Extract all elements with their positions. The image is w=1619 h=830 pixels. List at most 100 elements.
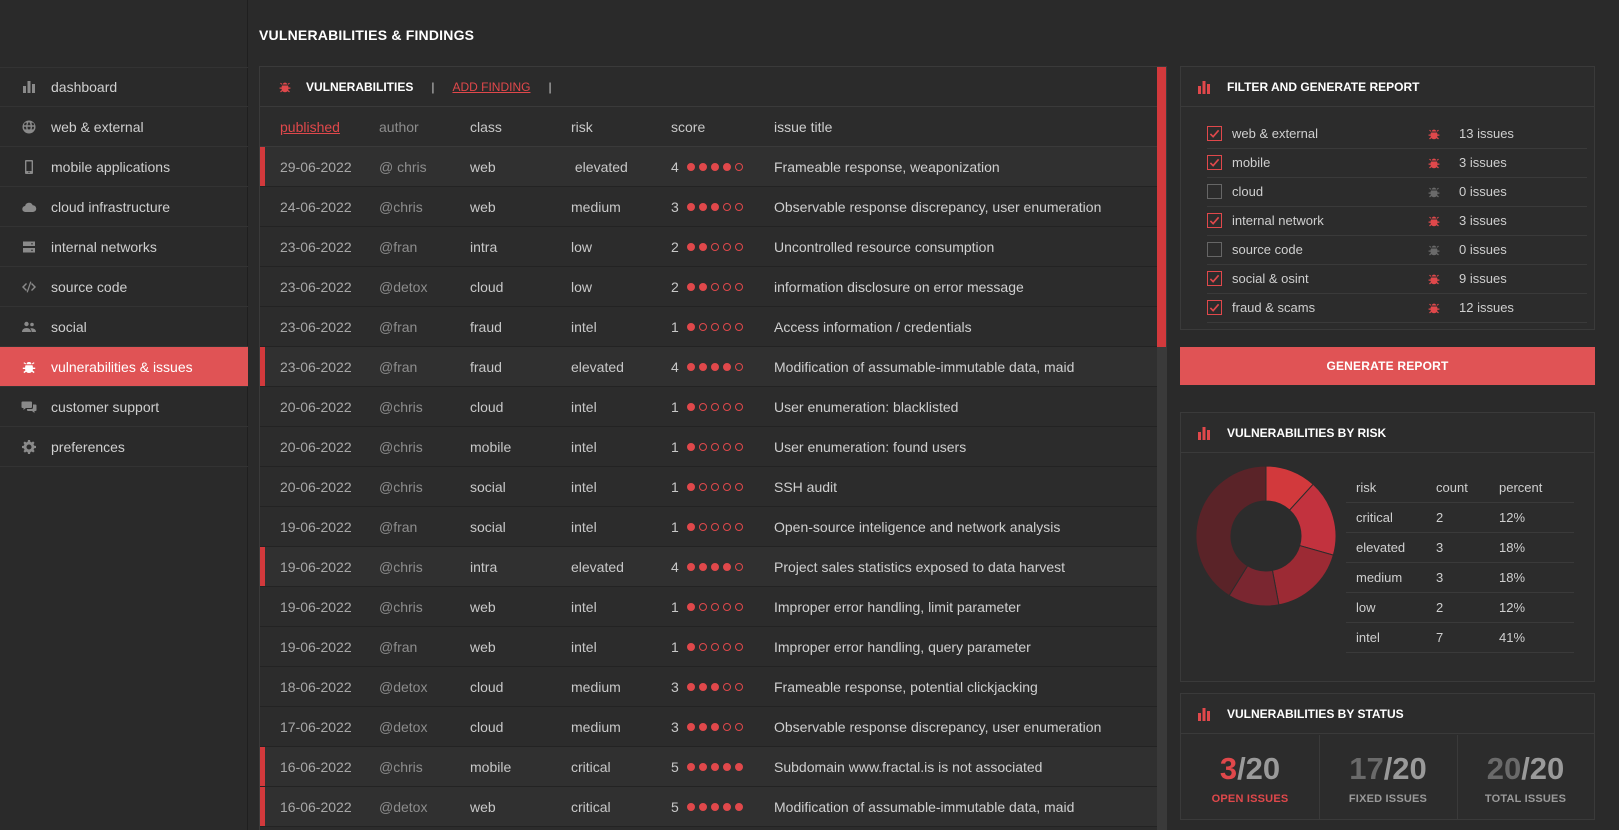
filter-label: mobile xyxy=(1232,155,1271,170)
score-dot xyxy=(699,162,707,171)
cell-author: @detox xyxy=(379,678,428,695)
score-dot xyxy=(687,442,695,451)
status-count: 17 xyxy=(1349,750,1384,786)
filter-checkbox[interactable] xyxy=(1207,213,1222,228)
column-class[interactable]: class xyxy=(470,119,571,135)
table-row[interactable]: 16-06-2022 @chris mobile critical 5 Subdomain… xyxy=(260,747,1166,787)
cell-score: 4 xyxy=(671,159,774,175)
table-row[interactable]: 23-06-2022 @fran fraud intel 1 Access informa… xyxy=(260,307,1166,347)
risk-table-body: critical 2 12% elevated 3 18% medium 3 18% low 2 12… xyxy=(1346,503,1574,653)
table-row[interactable]: 17-06-2022 @detox cloud medium 3 Observable r… xyxy=(260,707,1166,747)
scrollbar-thumb[interactable] xyxy=(1157,67,1166,347)
score-dot xyxy=(723,522,731,531)
cell-class: cloud xyxy=(470,278,504,295)
score-dot xyxy=(699,682,707,691)
cell-issue-title: Improper error handling, limit parameter xyxy=(774,598,1021,615)
sidebar-item-preferences[interactable]: preferences xyxy=(0,427,248,467)
cell-score: 1 xyxy=(671,639,774,655)
table-row[interactable]: 29-06-2022 @ chris web elevated 4 Frameable … xyxy=(260,147,1166,187)
cell-published: 18-06-2022 xyxy=(280,678,352,695)
column-risk[interactable]: risk xyxy=(571,119,671,135)
bar-chart-icon xyxy=(1198,426,1210,440)
score-dot xyxy=(687,682,695,691)
sidebar-item-label: vulnerabilities & issues xyxy=(51,358,193,375)
generate-report-button[interactable]: GENERATE REPORT xyxy=(1180,347,1595,385)
status-stat: 3/20 OPEN ISSUES xyxy=(1181,735,1319,820)
sidebar-item-cloud-infrastructure[interactable]: cloud infrastructure xyxy=(0,187,248,227)
table-row[interactable]: 20-06-2022 @chris cloud intel 1 User enumerat… xyxy=(260,387,1166,427)
sidebar-item-vulnerabilities-issues[interactable]: vulnerabilities & issues xyxy=(0,347,248,387)
column-author[interactable]: author xyxy=(379,119,470,135)
filter-checkbox[interactable] xyxy=(1207,126,1222,141)
sidebar-item-source-code[interactable]: source code xyxy=(0,267,248,307)
score-dot xyxy=(687,522,695,531)
score-dot xyxy=(711,562,719,571)
sidebar-item-customer-support[interactable]: customer support xyxy=(0,387,248,427)
cell-published: 23-06-2022 xyxy=(280,278,352,295)
cell-risk: medium xyxy=(571,198,621,215)
sidebar-item-social[interactable]: social xyxy=(0,307,248,347)
add-finding-link[interactable]: ADD FINDING xyxy=(452,80,530,94)
table-row[interactable]: 19-06-2022 @fran web intel 1 Improper error h… xyxy=(260,627,1166,667)
sidebar-item-web-external[interactable]: web & external xyxy=(0,107,248,147)
scrollbar-track[interactable] xyxy=(1157,67,1166,830)
score-value: 1 xyxy=(671,438,679,455)
filter-label: internal network xyxy=(1232,213,1324,228)
gear-icon xyxy=(20,439,38,455)
table-row[interactable]: 23-06-2022 @fran fraud elevated 4 Modificatio… xyxy=(260,347,1166,387)
cell-risk: elevated xyxy=(571,358,624,375)
sidebar-item-dashboard[interactable]: dashboard xyxy=(0,67,248,107)
table-row[interactable]: 19-06-2022 @fran social intel 1 Open-source i… xyxy=(260,507,1166,547)
checkmark-icon xyxy=(1209,303,1220,312)
table-row[interactable]: 23-06-2022 @fran intra low 2 Uncontrolled res… xyxy=(260,227,1166,267)
filter-item: web & external 13 issues xyxy=(1207,119,1587,149)
bar-chart-icon xyxy=(20,79,38,95)
cell-risk: low xyxy=(571,238,593,255)
cell-published: 17-06-2022 xyxy=(280,718,352,735)
cell-issue-title: User enumeration: found users xyxy=(774,438,967,455)
filter-checkbox[interactable] xyxy=(1207,184,1222,199)
table-row[interactable]: 19-06-2022 @chris intra elevated 4 Project sa… xyxy=(260,547,1166,587)
score-dot xyxy=(735,362,743,371)
vulnerabilities-header: VULNERABILITIES | ADD FINDING | xyxy=(260,67,1166,107)
table-row[interactable]: 18-06-2022 @detox cloud medium 3 Frameable re… xyxy=(260,667,1166,707)
cell-risk: intel xyxy=(571,438,597,455)
checkmark-icon xyxy=(1209,216,1220,225)
sidebar-item-mobile-applications[interactable]: mobile applications xyxy=(0,147,248,187)
score-value: 1 xyxy=(671,638,679,655)
risk-percent: 12% xyxy=(1499,600,1526,615)
sidebar-item-internal-networks[interactable]: internal networks xyxy=(0,227,248,267)
cell-issue-title: Observable response discrepancy, user en… xyxy=(774,198,1102,215)
column-score[interactable]: score xyxy=(671,119,774,135)
table-row[interactable]: 24-06-2022 @chris web medium 3 Observable res… xyxy=(260,187,1166,227)
table-row[interactable]: 19-06-2022 @chris web intel 1 Improper error … xyxy=(260,587,1166,627)
users-icon xyxy=(20,319,38,335)
score-dot xyxy=(711,642,719,651)
cell-published: 23-06-2022 xyxy=(280,358,352,375)
score-dot xyxy=(711,402,719,411)
filter-checkbox[interactable] xyxy=(1207,271,1222,286)
cell-author: @ chris xyxy=(379,158,427,175)
table-row[interactable]: 16-06-2022 @detox web critical 5 Modification… xyxy=(260,787,1166,827)
table-row[interactable]: 20-06-2022 @chris social intel 1 SSH audit xyxy=(260,467,1166,507)
column-published[interactable]: published xyxy=(280,119,379,135)
cell-issue-title: Improper error handling, query parameter xyxy=(774,638,1031,655)
filter-panel: FILTER AND GENERATE REPORT web & externa… xyxy=(1180,66,1595,330)
table-row[interactable]: 23-06-2022 @detox cloud low 2 information dis… xyxy=(260,267,1166,307)
cell-author: @fran xyxy=(379,638,418,655)
cell-risk: medium xyxy=(571,678,621,695)
sidebar: dashboard web & external mobile applicatio… xyxy=(0,0,248,830)
score-dot xyxy=(687,642,695,651)
score-dot xyxy=(699,562,707,571)
cell-class: web xyxy=(470,598,496,615)
filter-checkbox[interactable] xyxy=(1207,155,1222,170)
risk-row: critical 2 12% xyxy=(1346,503,1574,533)
risk-count: 7 xyxy=(1436,630,1444,645)
score-dot xyxy=(711,442,719,451)
table-row[interactable]: 20-06-2022 @chris mobile intel 1 User enumera… xyxy=(260,427,1166,467)
column-issue-title[interactable]: issue title xyxy=(774,119,1166,135)
filter-checkbox[interactable] xyxy=(1207,242,1222,257)
score-dot xyxy=(723,162,731,171)
filter-checkbox[interactable] xyxy=(1207,300,1222,315)
score-dot xyxy=(711,722,719,731)
